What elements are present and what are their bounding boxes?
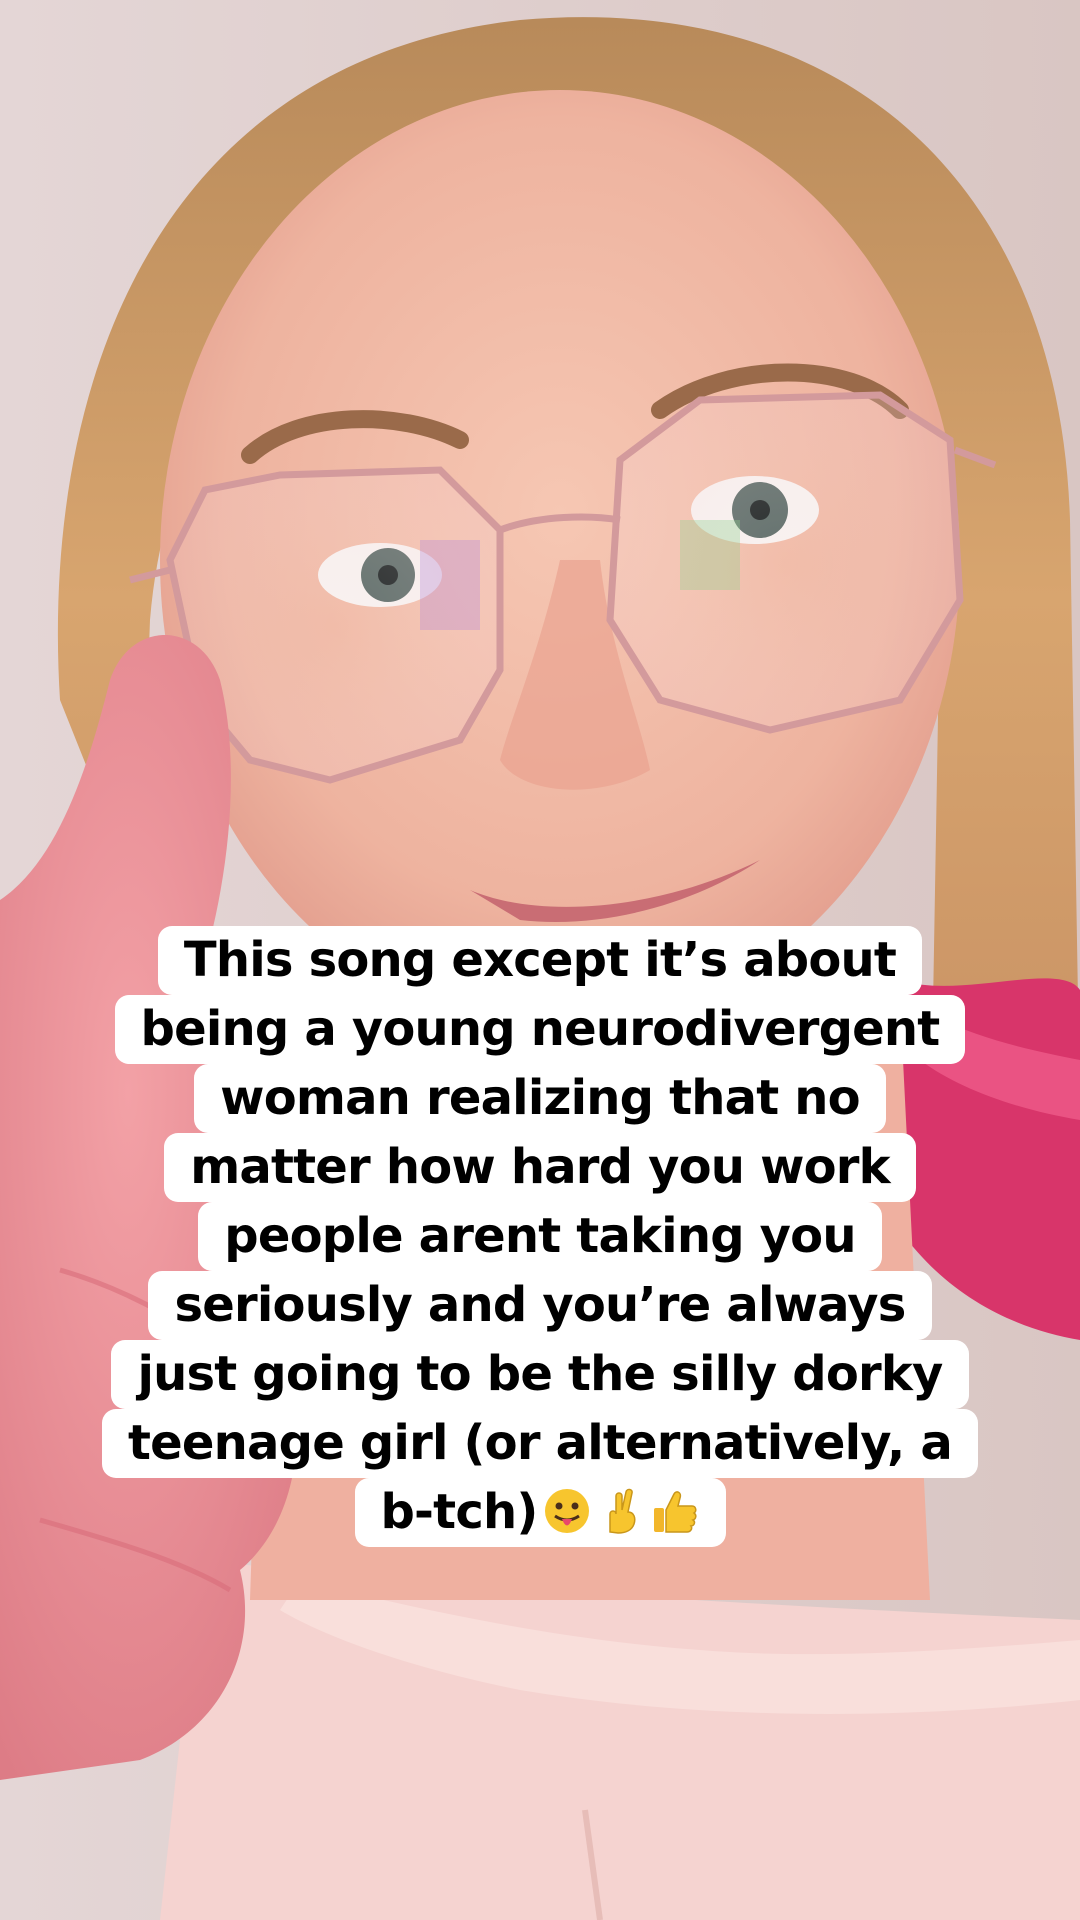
caption-line-2: being a young neurodivergent (114, 995, 966, 1064)
caption-overlay: This song except it’s about being a youn… (0, 926, 1080, 1547)
caption-line-5: people arent taking you (198, 1202, 882, 1271)
caption-line-8: teenage girl (or alternatively, a (102, 1409, 978, 1478)
caption-line-3: woman realizing that no (194, 1064, 886, 1133)
caption-line-9: b-tch) (354, 1478, 726, 1547)
caption-line-7: just going to be the silly dorky (111, 1340, 969, 1409)
video-frame: This song except it’s about being a youn… (0, 0, 1080, 1920)
caption-line-9-text: b-tch) (380, 1484, 539, 1540)
caption-line-1: This song except it’s about (157, 926, 923, 995)
thumbs-up-icon (653, 1491, 697, 1533)
caption-line-4: matter how hard you work (164, 1133, 916, 1202)
caption-line-6: seriously and you’re always (148, 1271, 932, 1340)
crossed-fingers-icon (608, 1488, 635, 1534)
tongue-out-face-icon (544, 1489, 589, 1533)
